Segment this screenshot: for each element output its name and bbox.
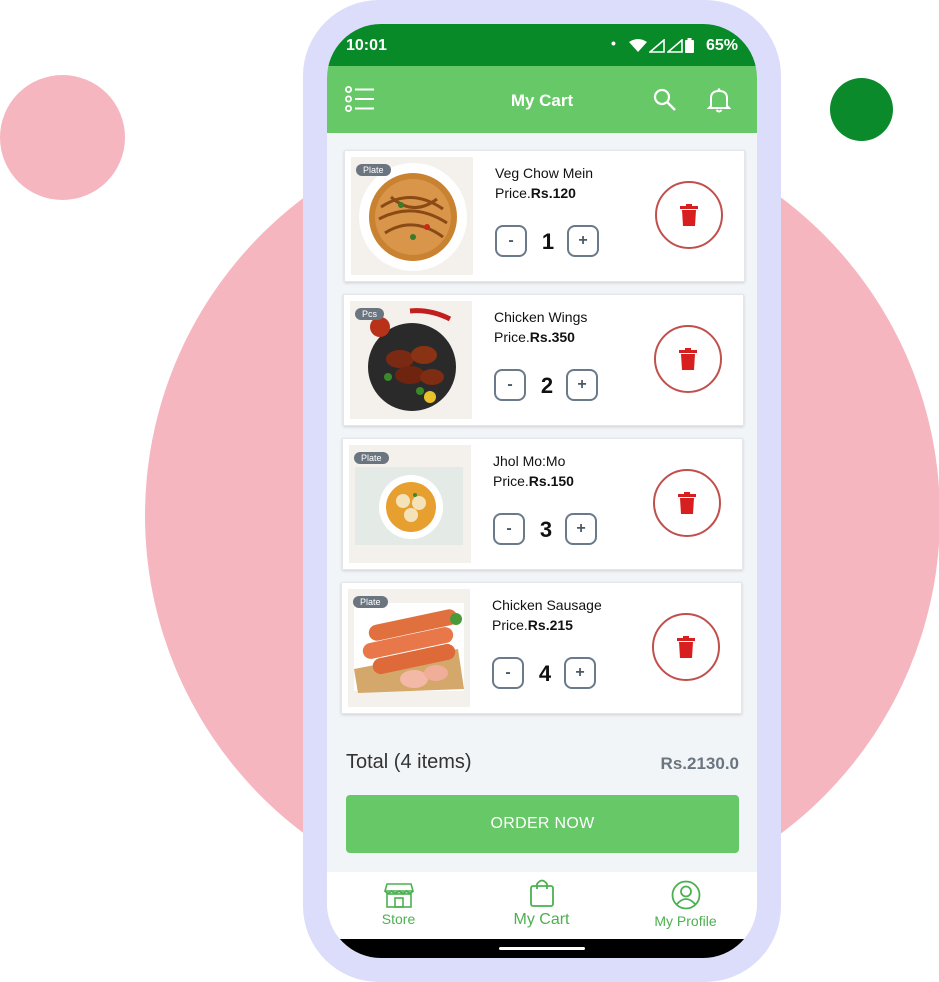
item-name: Veg Chow Mein xyxy=(495,165,594,181)
decorative-circle-green xyxy=(830,78,893,141)
quantity-value: 1 xyxy=(541,229,555,254)
item-price: Price.Rs.350 xyxy=(494,329,575,345)
profile-icon xyxy=(671,880,700,910)
trash-icon xyxy=(679,348,697,370)
home-bar xyxy=(327,939,757,958)
nav-item-my-cart[interactable]: My Cart xyxy=(470,872,613,939)
nav-label-store: Store xyxy=(381,911,416,927)
food-image-chicken-wings: Pcs xyxy=(350,301,472,419)
delete-item-button[interactable] xyxy=(652,613,720,681)
status-time: 10:01 xyxy=(346,37,387,54)
delete-item-button[interactable] xyxy=(653,469,721,537)
nav-item-store[interactable]: Store xyxy=(327,872,470,939)
delete-item-button[interactable] xyxy=(655,181,723,249)
cart-item-card: Pcs Chicken Wings Price.Rs.350 - 2 + xyxy=(343,294,744,426)
unit-badge: Pcs xyxy=(355,308,385,320)
total-items-label: Total (4 items) xyxy=(346,751,472,773)
decrease-qty-button[interactable]: - xyxy=(495,225,527,257)
page-title: My Cart xyxy=(510,91,574,110)
app-bar: My Cart xyxy=(327,66,757,133)
phone-screen: 10:01 • 65% My Cart Plate Veg Chow Mein … xyxy=(327,24,757,958)
quantity-value: 4 xyxy=(538,661,552,686)
bottom-nav: Store My Cart My Profile xyxy=(327,872,757,939)
item-price: Price.Rs.150 xyxy=(493,473,574,489)
trash-icon xyxy=(680,204,698,226)
cart-item-card: Plate Veg Chow Mein Price.Rs.120 - 1 + xyxy=(344,150,745,282)
decrease-qty-button[interactable]: - xyxy=(494,369,526,401)
food-image-jhol-momo: Plate xyxy=(349,445,471,563)
item-name: Chicken Wings xyxy=(494,309,588,325)
notification-dot: • xyxy=(611,35,616,51)
cell-signal-icon xyxy=(649,38,665,53)
total-price: Rs.2130.0 xyxy=(660,754,739,773)
quantity-value: 3 xyxy=(539,517,553,542)
item-price: Price.Rs.120 xyxy=(495,185,576,201)
battery-icon xyxy=(685,38,694,53)
decrease-qty-button[interactable]: - xyxy=(493,513,525,545)
signal-icons xyxy=(629,38,694,53)
item-price: Price.Rs.215 xyxy=(492,617,573,633)
wifi-icon xyxy=(629,38,647,52)
status-bar: 10:01 • 65% xyxy=(327,24,757,66)
cart-item-card: Plate Chicken Sausage Price.Rs.215 - 4 + xyxy=(341,582,742,714)
store-icon xyxy=(383,883,414,908)
increase-qty-button[interactable]: + xyxy=(566,369,598,401)
increase-qty-button[interactable]: + xyxy=(564,657,596,689)
food-image-chicken-sausage: Plate xyxy=(348,589,470,707)
nav-item-my-profile[interactable]: My Profile xyxy=(614,872,757,939)
trash-icon xyxy=(677,636,695,658)
unit-badge: Plate xyxy=(356,164,391,176)
unit-badge: Plate xyxy=(353,596,388,608)
trash-icon xyxy=(678,492,696,514)
cart-item-card: Plate Jhol Mo:Mo Price.Rs.150 - 3 + xyxy=(342,438,743,570)
item-name: Jhol Mo:Mo xyxy=(493,453,566,469)
nav-label-my-profile: My Profile xyxy=(654,913,717,929)
shopping-bag-icon xyxy=(529,879,554,907)
battery-percent: 65% xyxy=(706,37,739,54)
food-image-chow-mein: Plate xyxy=(351,157,473,275)
cell-signal-icon-2 xyxy=(667,38,683,53)
increase-qty-button[interactable]: + xyxy=(567,225,599,257)
home-indicator[interactable] xyxy=(499,947,585,950)
decrease-qty-button[interactable]: - xyxy=(492,657,524,689)
delete-item-button[interactable] xyxy=(654,325,722,393)
quantity-value: 2 xyxy=(540,373,554,398)
order-now-button[interactable]: ORDER NOW xyxy=(346,795,739,853)
item-name: Chicken Sausage xyxy=(492,597,602,613)
search-icon[interactable] xyxy=(653,88,677,117)
bell-icon[interactable] xyxy=(706,87,732,118)
increase-qty-button[interactable]: + xyxy=(565,513,597,545)
unit-badge: Plate xyxy=(354,452,389,464)
decorative-circle-small xyxy=(0,75,125,200)
nav-label-my-cart: My Cart xyxy=(513,911,570,928)
